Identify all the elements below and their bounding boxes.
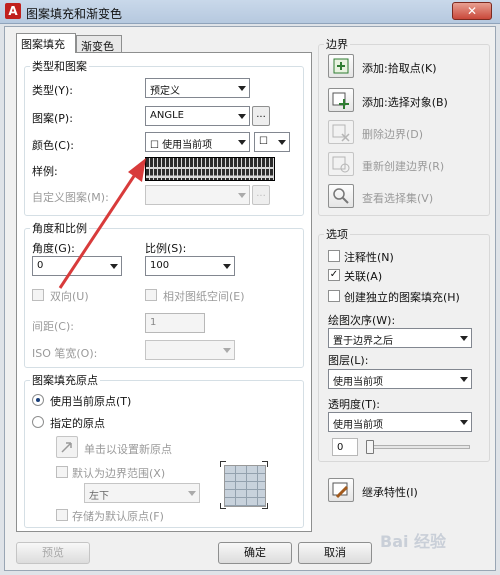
angle-select-value: 0 [37,260,44,271]
origin-position-value: 左下 [89,491,109,502]
inherit-properties-label: 继承特性(I) [362,486,418,499]
pattern-browse-button[interactable]: ... [252,106,270,126]
add-select-objects-icon [332,92,349,109]
custom-pattern-select[interactable] [145,185,250,205]
layer-label: 图层(L): [328,354,369,367]
origin-preview-corner [220,503,226,509]
transparency-label: 透明度(T): [328,398,381,411]
default-extent-checkbox[interactable] [56,466,68,478]
type-select[interactable]: 预定义 [145,78,250,98]
cancel-button[interactable]: 取消 [298,542,372,564]
add-pick-point-label: 添加:拾取点(K) [362,62,437,75]
background-color-select[interactable]: ☐ [254,132,290,152]
add-select-objects-button[interactable] [328,88,354,112]
type-pattern-title: 类型和图案 [30,58,89,74]
store-default-label: 存储为默认原点(F) [72,510,164,523]
background-color-value: ☐ [259,136,268,147]
specified-origin-radio[interactable] [32,416,44,428]
chevron-down-icon [278,140,286,145]
draw-order-label: 绘图次序(W): [328,314,396,327]
default-extent-label: 默认为边界范围(X) [72,467,166,480]
origin-preview-corner [220,461,226,467]
bidirectional-checkbox[interactable] [32,289,44,301]
brush-icon [332,482,349,499]
transparency-value: 使用当前项 [333,420,383,431]
watermark-text: Bai 经验 [380,532,447,551]
chevron-down-icon [188,491,196,496]
pattern-select[interactable]: ANGLE [145,106,250,126]
set-origin-label: 单击以设置新原点 [84,443,172,456]
options-title: 选项 [324,226,350,242]
chevron-down-icon [460,377,468,382]
transparency-level-input[interactable]: 0 [332,438,358,456]
origin-preview-corner [262,461,268,467]
pattern-select-value: ANGLE [150,110,184,121]
chevron-down-icon [238,86,246,91]
associative-label: 关联(A) [344,270,383,283]
color-select[interactable]: ☐ 使用当前项 [145,132,250,152]
transparency-slider-track[interactable] [366,445,470,449]
tab-gradient[interactable]: 渐变色 [76,35,122,53]
add-select-objects-label: 添加:选择对象(B) [362,96,448,109]
tab-hatch[interactable]: 图案填充 [16,33,76,53]
close-button[interactable]: ✕ [452,2,492,20]
specified-origin-label: 指定的原点 [50,417,105,430]
type-select-value: 预定义 [150,86,180,97]
ok-button[interactable]: 确定 [218,542,292,564]
origin-preview-image [224,465,266,507]
annotative-checkbox[interactable] [328,250,340,262]
custom-pattern-browse-button[interactable]: ... [252,185,270,205]
use-current-origin-radio[interactable] [32,394,44,406]
inherit-properties-button[interactable] [328,478,354,502]
pick-point-icon [61,442,72,453]
chevron-down-icon [238,140,246,145]
add-pick-point-icon [333,58,349,74]
chevron-down-icon [223,264,231,269]
chevron-down-icon [238,114,246,119]
window-title: 图案填充和渐变色 [26,7,123,21]
add-pick-point-button[interactable] [328,54,354,78]
remove-boundaries-label: 删除边界(D) [362,128,424,141]
use-current-origin-label: 使用当前原点(T) [50,395,132,408]
recreate-boundary-icon [332,156,350,173]
chevron-down-icon [238,193,246,198]
autocad-logo-icon: A [5,3,21,19]
draw-order-value: 置于边界之后 [333,336,393,347]
pattern-sample-swatch[interactable] [145,157,275,181]
boundaries-title: 边界 [324,36,350,52]
annotation-arrow-icon [58,158,146,289]
origin-position-select[interactable]: 左下 [84,483,200,503]
layer-select[interactable]: 使用当前项 [328,369,472,389]
chevron-down-icon [460,420,468,425]
independent-hatch-label: 创建独立的图案填充(H) [344,291,460,304]
iso-pen-width-label: ISO 笔宽(O): [32,347,98,360]
type-label: 类型(Y): [32,84,74,97]
annotative-label: 注释性(N) [344,251,394,264]
magnifier-icon [333,188,349,204]
store-default-checkbox[interactable] [56,509,68,521]
layer-value: 使用当前项 [333,377,383,388]
hatch-origin-title: 图案填充原点 [30,372,100,388]
remove-boundaries-icon [332,124,350,142]
recreate-boundary-label: 重新创建边界(R) [362,160,445,173]
view-selections-label: 查看选择集(V) [362,192,434,205]
independent-hatch-checkbox[interactable] [328,290,340,302]
recreate-boundary-button[interactable] [328,152,354,176]
remove-boundaries-button[interactable] [328,120,354,144]
draw-order-select[interactable]: 置于边界之后 [328,328,472,348]
chevron-down-icon [460,336,468,341]
iso-pen-width-select[interactable] [145,340,235,360]
origin-preview-corner [262,503,268,509]
associative-checkbox[interactable]: ✓ [328,269,340,281]
spacing-input[interactable]: 1 [145,313,205,333]
view-selections-button[interactable] [328,184,354,208]
transparency-slider-thumb[interactable] [366,440,374,454]
spacing-label: 间距(C): [32,320,74,333]
transparency-select[interactable]: 使用当前项 [328,412,472,432]
preview-button[interactable]: 预览 [16,542,90,564]
relative-paper-space-label: 相对图纸空间(E) [163,290,245,303]
set-origin-button[interactable] [56,436,78,458]
chevron-down-icon [223,348,231,353]
pattern-label: 图案(P): [32,112,73,125]
